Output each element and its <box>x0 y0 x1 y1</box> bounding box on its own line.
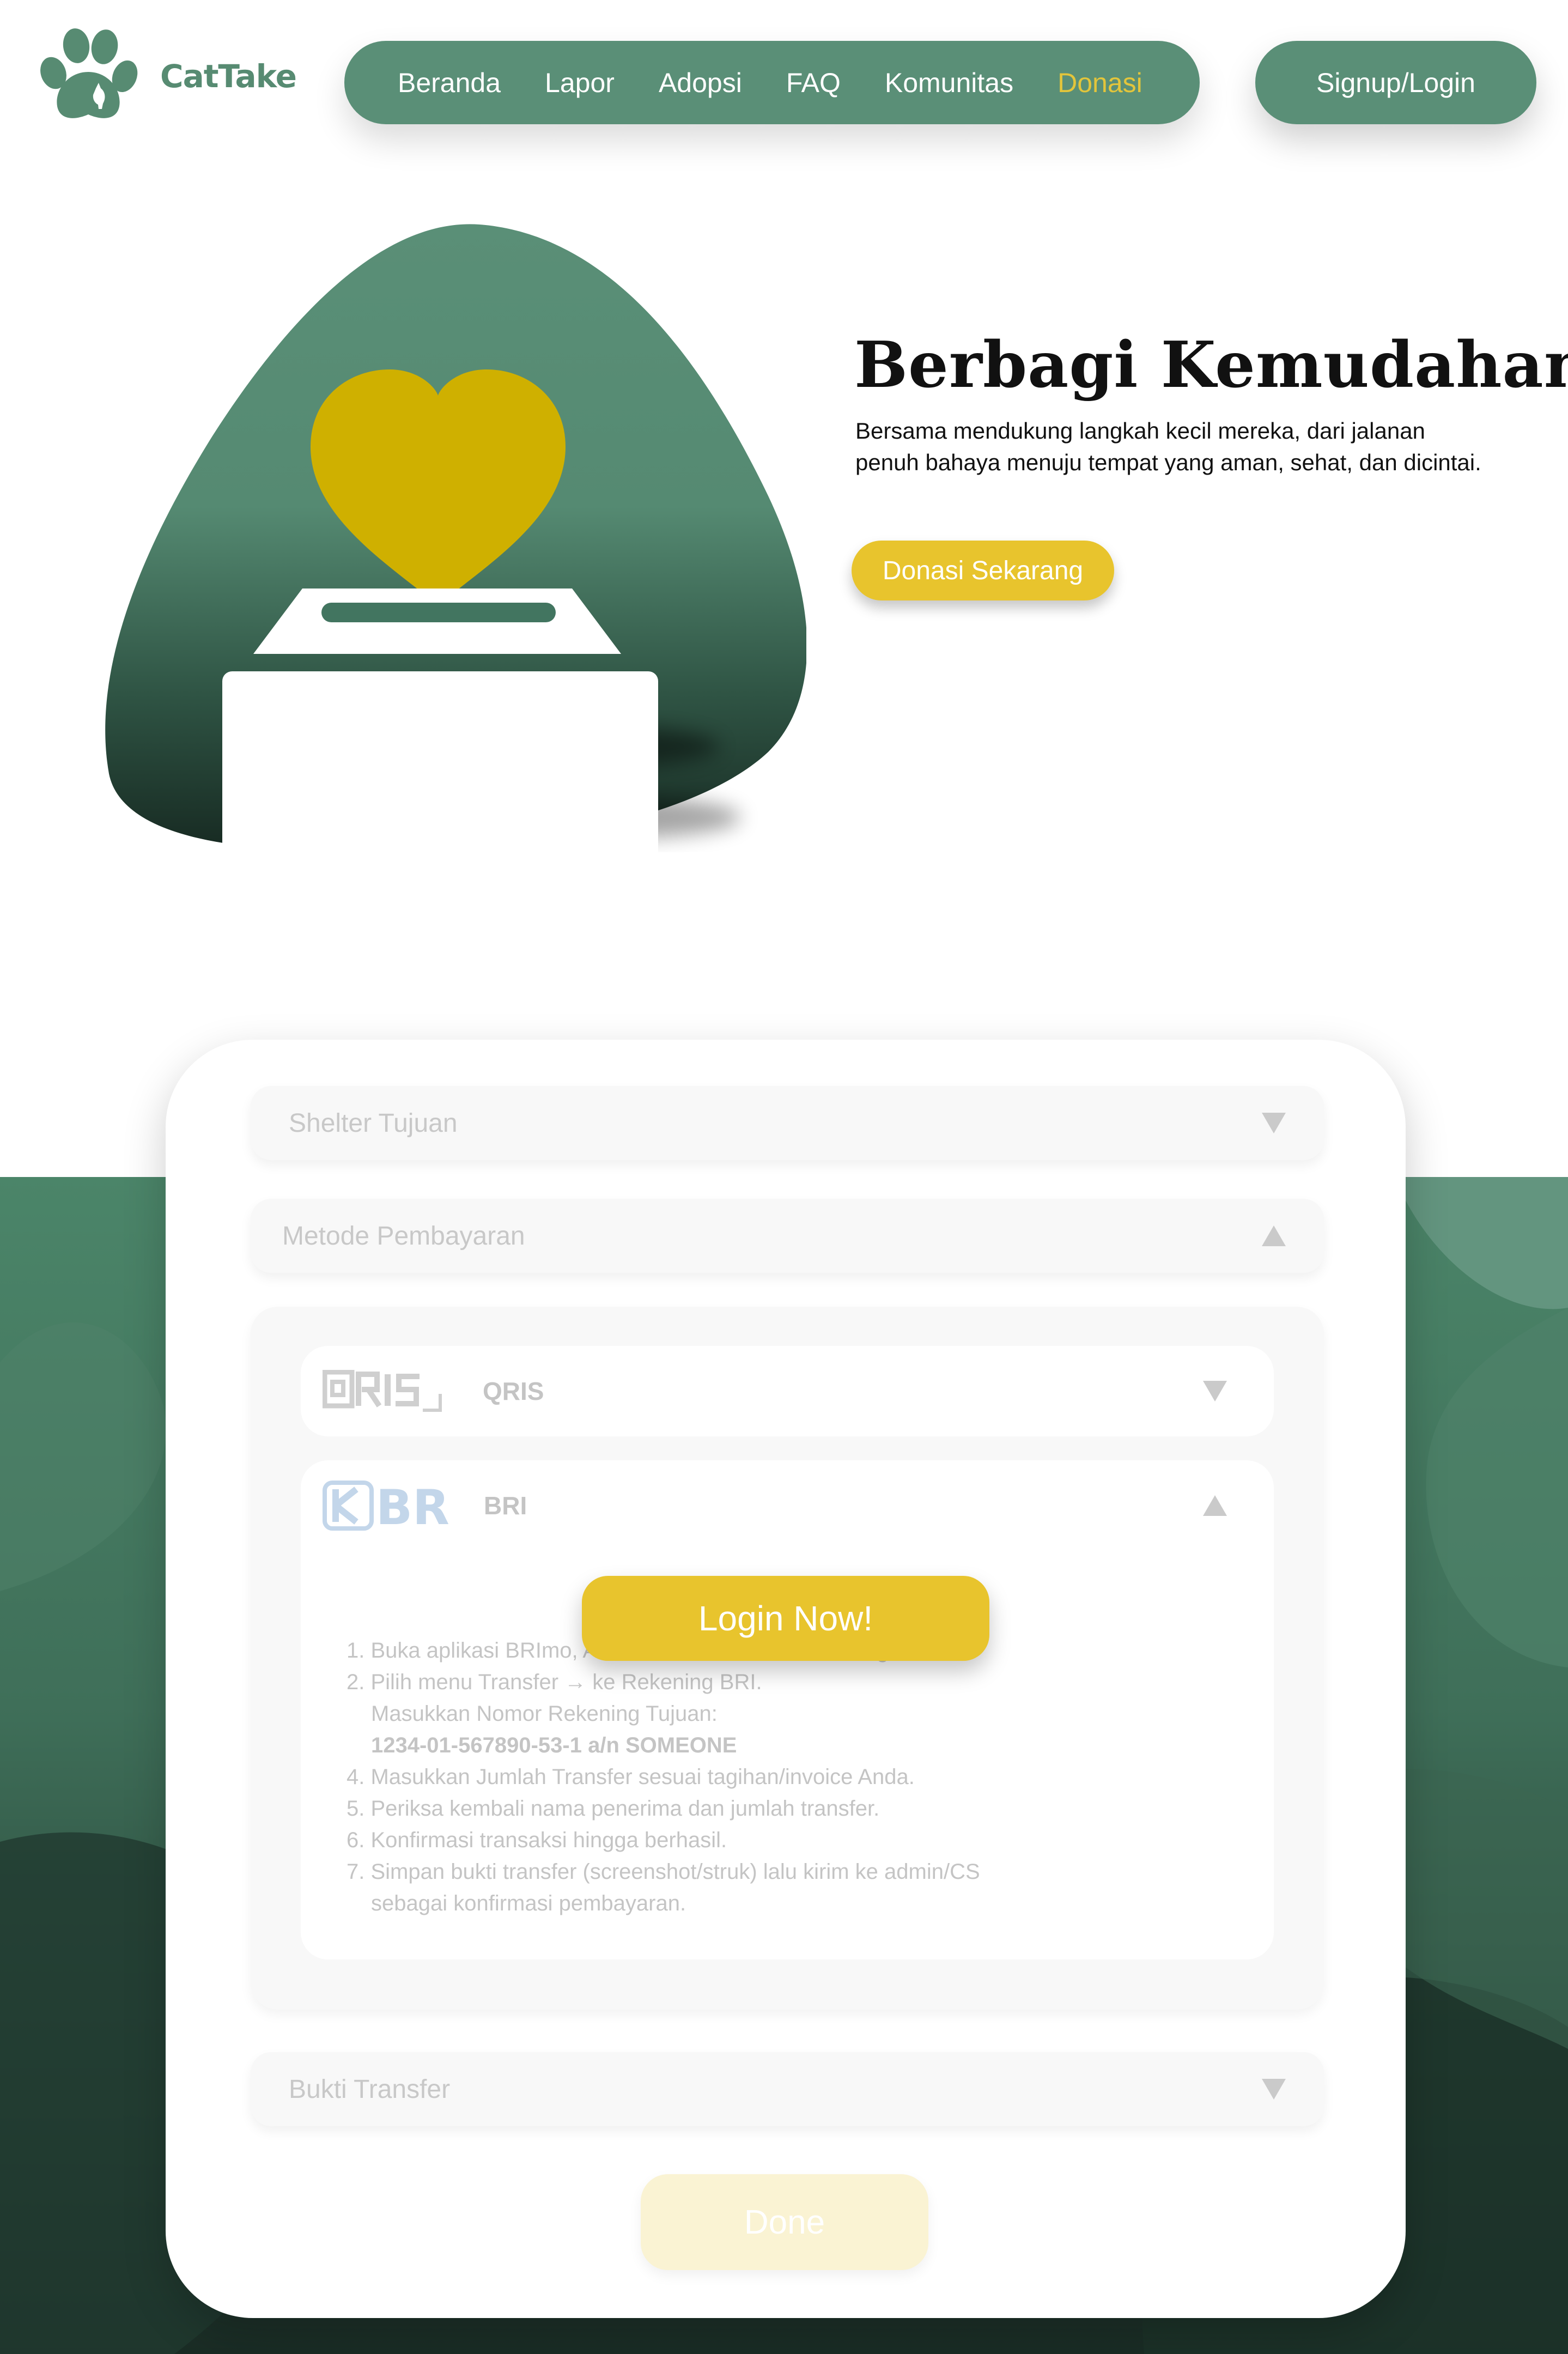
chevron-up-icon <box>1203 1495 1227 1516</box>
nav-komunitas[interactable]: Komunitas <box>885 67 1013 99</box>
hero-illustration <box>105 224 806 862</box>
chevron-down-icon <box>1262 2079 1286 2100</box>
main-nav: Beranda Lapor Adopsi FAQ Komunitas Donas… <box>344 41 1200 124</box>
bri-steps-list: 1. Buka aplikasi BRImo, ATM BRI, atau In… <box>347 1635 1218 1919</box>
chevron-down-icon <box>1262 1113 1286 1133</box>
qris-label: QRIS <box>483 1377 544 1405</box>
paw-icon <box>40 28 138 118</box>
login-now-button[interactable]: Login Now! <box>582 1576 989 1661</box>
signup-login-button[interactable]: Signup/Login <box>1255 41 1536 124</box>
donation-box-icon <box>222 588 658 862</box>
done-button[interactable]: Done <box>641 2174 928 2270</box>
payment-method-select[interactable]: Metode Pembayaran <box>251 1199 1324 1273</box>
shelter-label: Shelter Tujuan <box>289 1108 458 1138</box>
bri-label: BRI <box>484 1491 527 1520</box>
nav-beranda[interactable]: Beranda <box>398 67 501 99</box>
qris-logo <box>323 1370 442 1412</box>
payment-method-label: Metode Pembayaran <box>282 1221 525 1251</box>
payment-option-bri[interactable]: BRI BRI Langkah Pembayaran via BRI? 1. B… <box>301 1460 1274 1959</box>
nav-lapor[interactable]: Lapor <box>545 67 615 99</box>
bri-step: 4. Masukkan Jumlah Transfer sesuai tagih… <box>347 1765 915 1789</box>
donation-form-card: Shelter Tujuan Metode Pembayaran QRIS BR… <box>166 1040 1406 2318</box>
bri-step: 6. Konfirmasi transaksi hingga berhasil. <box>347 1828 727 1852</box>
account-number: 1234-01-567890-53-1 a/n SOMEONE <box>371 1733 737 1757</box>
donate-now-button[interactable]: Donasi Sekarang <box>852 541 1114 600</box>
nav-donasi[interactable]: Donasi <box>1058 67 1142 99</box>
bri-step: 2. Pilih menu Transfer → ke Rekening BRI… <box>347 1670 762 1694</box>
hero-description: Bersama mendukung langkah kecil mereka, … <box>855 418 1481 475</box>
chevron-up-icon <box>1262 1225 1286 1246</box>
bri-step: 7. Simpan bukti transfer (screenshot/str… <box>347 1860 980 1884</box>
payment-option-qris[interactable]: QRIS <box>301 1346 1274 1436</box>
shelter-select[interactable]: Shelter Tujuan <box>251 1086 1324 1160</box>
chevron-down-icon <box>1203 1381 1227 1402</box>
brand-name: CatTake <box>160 58 297 95</box>
transfer-proof-label: Bukti Transfer <box>289 2074 451 2104</box>
svg-text:BRI: BRI <box>376 1479 453 1532</box>
hero-title: Berbagi Kemudahan <box>854 328 1568 402</box>
nav-faq[interactable]: FAQ <box>786 67 841 99</box>
brand-logo[interactable]: CatTake <box>35 27 297 125</box>
bri-logo: BRI <box>323 1479 453 1532</box>
transfer-proof-select[interactable]: Bukti Transfer <box>251 2052 1324 2126</box>
bri-step: 5. Periksa kembali nama penerima dan jum… <box>347 1797 880 1821</box>
nav-adopsi[interactable]: Adopsi <box>659 67 742 99</box>
bri-step: sebagai konfirmasi pembayaran. <box>371 1891 686 1915</box>
bri-step: Masukkan Nomor Rekening Tujuan: <box>371 1702 718 1726</box>
